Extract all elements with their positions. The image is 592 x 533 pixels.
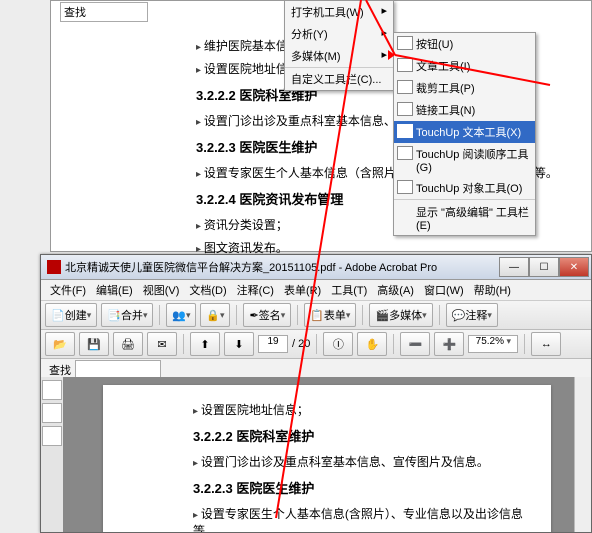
tools-menu-popup: 打字机工具(W)▸ 分析(Y)▸ 多媒体(M)▸ 自定义工具栏(C)... <box>284 0 394 91</box>
separator <box>236 305 237 325</box>
advanced-edit-submenu: 按钮(U) 文章工具(I) 裁剪工具(P) 链接工具(N) TouchUp 文本… <box>393 32 536 236</box>
fit-width-button[interactable]: ↔ <box>531 332 561 356</box>
separator <box>393 334 394 354</box>
zoom-level-input[interactable]: 75.2% <box>468 335 518 353</box>
email-button[interactable]: ✉ <box>147 332 177 356</box>
articles-icon <box>397 58 413 72</box>
menu-edit[interactable]: 编辑(E) <box>91 280 138 300</box>
collab-button[interactable]: 👥 <box>166 303 196 327</box>
touchup-read-icon <box>397 146 413 160</box>
paragraph[interactable]: 设置医院地址信息； <box>193 401 537 418</box>
secure-button[interactable]: 🔒 <box>200 303 230 327</box>
forms-button[interactable]: 📋 表单 <box>304 303 356 327</box>
touchup-text-icon <box>397 124 413 138</box>
window-titlebar[interactable]: 北京精诚天使儿童医院微信平台解决方案_20151105.pdf - Adobe … <box>41 255 591 280</box>
bookmarks-panel-icon[interactable] <box>42 403 62 423</box>
document-viewport[interactable]: 设置医院地址信息； 3.2.2.2 医院科室维护 设置门诊出诊及重点科室基本信息… <box>63 377 591 532</box>
minimize-button[interactable]: — <box>499 257 529 277</box>
attachments-panel-icon[interactable] <box>42 426 62 446</box>
paragraph[interactable]: 设置专家医生个人基本信息(含照片）、专业信息以及出诊信息等。 <box>193 505 537 532</box>
page-down-button[interactable]: ⬇ <box>224 332 254 356</box>
page-number-input[interactable]: 19 <box>258 335 288 353</box>
search-field[interactable]: 查找 <box>60 2 148 22</box>
print-button[interactable]: 🖨 <box>113 332 143 356</box>
pdf-icon <box>47 260 61 274</box>
submenu-item-touchup-read-order[interactable]: TouchUp 阅读顺序工具(G) <box>394 143 535 177</box>
toolbar-main: 📄 创建 📑 合并 👥 🔒 ✒ 签名 📋 表单 🎬 多媒体 💬 注释 <box>41 301 591 330</box>
menu-item-multimedia[interactable]: 多媒体(M)▸ <box>285 45 393 67</box>
separator <box>183 334 184 354</box>
toolbar-secondary: 📂 💾 🖨 ✉ ⬆ ⬇ 19 / 20 Ⓘ ✋ ➖ ➕ 75.2% ↔ <box>41 330 591 359</box>
zoom-in-button[interactable]: ➕ <box>434 332 464 356</box>
menu-file[interactable]: 文件(F) <box>45 280 91 300</box>
heading[interactable]: 3.2.2.2 医院科室维护 <box>193 426 537 445</box>
acrobat-window: 北京精诚天使儿童医院微信平台解决方案_20151105.pdf - Adobe … <box>40 254 592 533</box>
menu-bar: 文件(F) 编辑(E) 视图(V) 文档(D) 注释(C) 表单(R) 工具(T… <box>41 280 591 301</box>
submenu-item-articles[interactable]: 文章工具(I) <box>394 55 535 77</box>
vertical-scrollbar[interactable] <box>574 377 591 532</box>
button-icon <box>397 36 413 50</box>
touchup-object-icon <box>397 180 413 194</box>
paragraph[interactable]: 设置门诊出诊及重点科室基本信息、宣传图片及信息。 <box>193 453 537 470</box>
heading[interactable]: 3.2.2.3 医院医生维护 <box>193 478 537 497</box>
save-button[interactable]: 💾 <box>79 332 109 356</box>
maximize-button[interactable]: ☐ <box>529 257 559 277</box>
submenu-item-touchup-object[interactable]: TouchUp 对象工具(O) <box>394 177 535 199</box>
menu-document[interactable]: 文档(D) <box>184 280 231 300</box>
close-button[interactable]: ✕ <box>559 257 589 277</box>
separator <box>524 334 525 354</box>
menu-advanced[interactable]: 高级(A) <box>372 280 419 300</box>
separator <box>159 305 160 325</box>
separator <box>316 334 317 354</box>
menu-item-customize-toolbar[interactable]: 自定义工具栏(C)... <box>285 67 393 90</box>
select-tool[interactable]: Ⓘ <box>323 332 353 356</box>
comment-button[interactable]: 💬 注释 <box>446 303 498 327</box>
submenu-item-link[interactable]: 链接工具(N) <box>394 99 535 121</box>
menu-window[interactable]: 窗口(W) <box>419 280 469 300</box>
submenu-item-touchup-text[interactable]: TouchUp 文本工具(X) <box>394 121 535 143</box>
zoom-out-button[interactable]: ➖ <box>400 332 430 356</box>
combine-button[interactable]: 📑 合并 <box>101 303 153 327</box>
submenu-item-button[interactable]: 按钮(U) <box>394 33 535 55</box>
separator <box>439 305 440 325</box>
separator <box>362 305 363 325</box>
pages-panel-icon[interactable] <box>42 380 62 400</box>
crop-icon <box>397 80 413 94</box>
open-button[interactable]: 📂 <box>45 332 75 356</box>
menu-tools[interactable]: 工具(T) <box>326 280 372 300</box>
link-icon <box>397 102 413 116</box>
window-title: 北京精诚天使儿童医院微信平台解决方案_20151105.pdf - Adobe … <box>65 259 437 275</box>
window-controls: — ☐ ✕ <box>499 257 589 277</box>
page-total-label: / 20 <box>292 338 310 350</box>
menu-item-analysis[interactable]: 分析(Y)▸ <box>285 23 393 45</box>
menu-form[interactable]: 表单(R) <box>279 280 326 300</box>
submenu-item-show-toolbar[interactable]: 显示 "高级编辑" 工具栏(E) <box>394 199 535 235</box>
separator <box>297 305 298 325</box>
navigation-panel <box>41 377 64 532</box>
menu-help[interactable]: 帮助(H) <box>469 280 516 300</box>
hand-tool[interactable]: ✋ <box>357 332 387 356</box>
search-label: 查找 <box>64 4 86 20</box>
page-up-button[interactable]: ⬆ <box>190 332 220 356</box>
pdf-page: 设置医院地址信息； 3.2.2.2 医院科室维护 设置门诊出诊及重点科室基本信息… <box>103 385 551 532</box>
menu-comment[interactable]: 注释(C) <box>232 280 279 300</box>
multimedia-button[interactable]: 🎬 多媒体 <box>369 303 432 327</box>
sign-button[interactable]: ✒ 签名 <box>243 303 291 327</box>
find-label: 查找 <box>49 362 71 378</box>
menu-item-typewriter[interactable]: 打字机工具(W)▸ <box>285 1 393 23</box>
menu-view[interactable]: 视图(V) <box>138 280 185 300</box>
submenu-item-crop[interactable]: 裁剪工具(P) <box>394 77 535 99</box>
create-button[interactable]: 📄 创建 <box>45 303 97 327</box>
